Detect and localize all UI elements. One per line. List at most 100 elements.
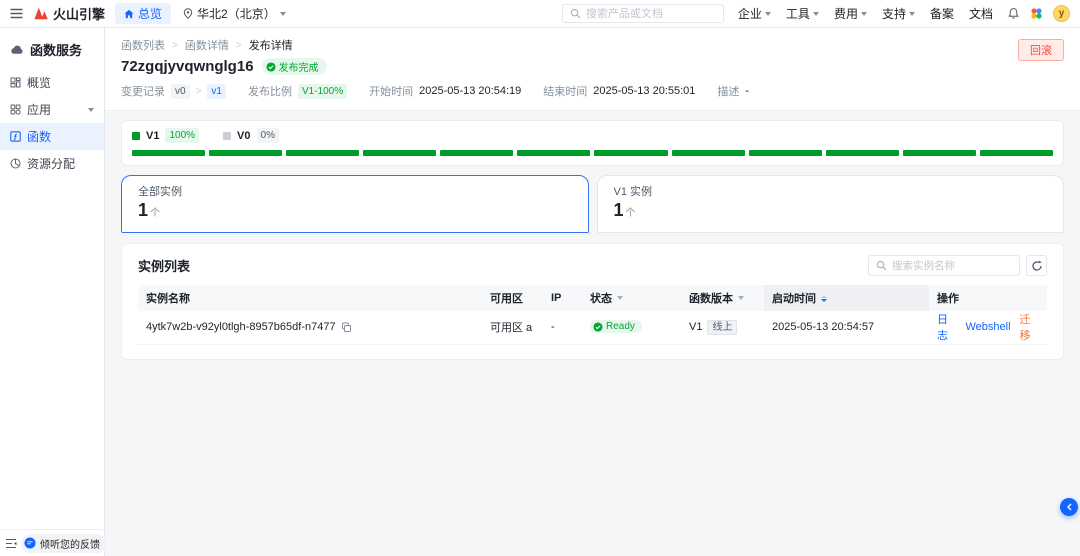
status-badge: Ready: [590, 320, 642, 333]
breadcrumb-separator: >: [235, 39, 242, 51]
end-time-value: 2025-05-13 20:55:01: [593, 85, 696, 97]
menu-docs[interactable]: 文档: [969, 5, 993, 22]
chevron-down-icon: [860, 11, 867, 16]
hamburger-menu-icon[interactable]: [10, 8, 23, 19]
dashboard-icon: [10, 77, 21, 88]
instance-search-input[interactable]: [892, 259, 1012, 272]
rollback-button[interactable]: 回滚: [1018, 39, 1064, 61]
log-link[interactable]: 日志: [937, 311, 956, 343]
search-icon: [876, 260, 887, 271]
sidebar-item-resource-allocation[interactable]: 资源分配: [0, 150, 104, 177]
description-value: -: [745, 85, 750, 97]
breadcrumb-release-detail: 发布详情: [248, 40, 293, 52]
version-chip-v1: v1: [207, 83, 226, 99]
col-status: 状态: [582, 285, 681, 311]
webshell-link[interactable]: Webshell: [965, 321, 1010, 333]
progress-segment: [209, 150, 283, 156]
status-label: Ready: [606, 321, 635, 332]
sidebar: 函数服务 概览 应用 函数 资源分配 倾听您的反馈: [0, 28, 107, 556]
apps-grid-icon: [10, 104, 21, 115]
tab-count-unit: 个: [625, 208, 636, 219]
breadcrumb-separator: >: [172, 39, 178, 51]
sidebar-item-label: 应用: [27, 103, 52, 117]
cloud-service-icon: [10, 44, 24, 55]
main-content: 函数列表 > 函数详情 > 发布详情 72zgqjyvqwnglg16 发布完成: [105, 28, 1080, 556]
menu-billing-label: 费用: [833, 7, 858, 21]
tab-all-instances[interactable]: 全部实例 1个: [121, 175, 589, 233]
start-time-value: 2025-05-13 20:54:19: [419, 85, 522, 97]
tab-label: V1 实例: [613, 186, 653, 198]
progress-segment: [594, 150, 668, 156]
instance-list-title: 实例列表: [138, 259, 191, 274]
collapse-sidebar-icon[interactable]: [5, 538, 17, 549]
expand-panel-button[interactable]: [1060, 498, 1078, 516]
instance-version: V1: [689, 321, 703, 334]
meta-label: 变更记录: [121, 86, 165, 98]
region-label: 华北2（北京）: [197, 7, 276, 21]
meta-change-record: 变更记录 v0 > v1: [121, 83, 226, 99]
menu-support[interactable]: 支持: [882, 5, 915, 22]
tab-label: 全部实例: [138, 186, 182, 198]
v0-legend-swatch: [223, 131, 232, 140]
meta-label: 开始时间: [369, 86, 414, 98]
release-status-label: 发布完成: [278, 63, 319, 74]
assistant-icon[interactable]: [1030, 7, 1043, 20]
menu-billing[interactable]: 费用: [834, 5, 867, 22]
v1-legend-label: V1: [146, 129, 160, 142]
region-selector[interactable]: 华北2（北京）: [183, 5, 286, 22]
release-meta: 变更记录 v0 > v1 发布比例 V1-100% 开始时间 2025-05-1…: [121, 83, 1064, 99]
brand-name: 火山引擎: [53, 7, 106, 22]
tab-v1-instances[interactable]: V1 实例 1个: [596, 175, 1064, 233]
global-search-input[interactable]: [585, 7, 716, 20]
instance-search: [868, 255, 1020, 276]
home-icon: [124, 9, 134, 19]
brand-logo[interactable]: 火山引擎: [33, 4, 105, 23]
col-version-label: 函数版本: [689, 293, 733, 305]
location-pin-icon: [183, 8, 193, 19]
breadcrumb-function-list[interactable]: 函数列表: [121, 37, 165, 53]
tab-count-unit: 个: [150, 208, 161, 219]
progress-segment: [748, 150, 822, 156]
breadcrumb-function-detail[interactable]: 函数详情: [185, 37, 229, 53]
chevron-down-icon: [279, 11, 286, 16]
feedback-button[interactable]: 倾听您的反馈: [21, 533, 107, 553]
menu-docs-label: 文档: [968, 7, 993, 21]
meta-label: 发布比例: [247, 86, 292, 98]
feedback-label: 倾听您的反馈: [40, 539, 100, 551]
migrate-link[interactable]: 迁移: [1020, 311, 1039, 343]
sidebar-item-overview[interactable]: 概览: [0, 69, 104, 96]
progress-segment: [517, 150, 591, 156]
meta-start-time: 开始时间 2025-05-13 20:54:19: [369, 83, 521, 99]
sidebar-footer: 倾听您的反馈: [0, 529, 107, 556]
sidebar-item-functions[interactable]: 函数: [0, 123, 104, 150]
menu-icp[interactable]: 备案: [930, 5, 954, 22]
sidebar-item-applications[interactable]: 应用: [0, 96, 104, 123]
avatar[interactable]: y: [1053, 5, 1070, 22]
v0-legend-label: V0: [237, 129, 251, 142]
online-tag: 线上: [707, 319, 738, 335]
menu-enterprise[interactable]: 企业: [738, 5, 771, 22]
search-icon: [570, 8, 581, 19]
chevron-down-icon: [908, 11, 915, 16]
progress-legend: V1 100% V0 0%: [132, 128, 1053, 143]
refresh-button[interactable]: [1026, 255, 1047, 276]
release-status-badge: 发布完成: [261, 58, 327, 75]
filter-icon[interactable]: [617, 296, 623, 300]
check-circle-icon: [593, 321, 603, 332]
nav-overview-tab[interactable]: 总览: [115, 3, 172, 24]
nav-overview-label: 总览: [138, 7, 163, 21]
menu-tools-label: 工具: [785, 7, 810, 21]
chevron-down-icon: [764, 11, 771, 16]
meta-description: 描述 -: [717, 83, 749, 99]
bell-icon[interactable]: [1007, 7, 1020, 20]
release-progress-card: V1 100% V0 0%: [121, 120, 1064, 166]
topbar-menu: 企业 工具 费用 支持 备案 文档: [738, 5, 993, 22]
sort-icon[interactable]: [821, 294, 827, 302]
col-actions: 操作: [929, 285, 1047, 311]
instance-zone: 可用区 a: [482, 311, 543, 345]
menu-tools[interactable]: 工具: [786, 5, 819, 22]
copy-icon[interactable]: [341, 322, 352, 333]
filter-icon[interactable]: [738, 296, 744, 300]
chevron-down-icon: [88, 107, 94, 112]
meta-release-ratio: 发布比例 V1-100%: [247, 83, 348, 99]
